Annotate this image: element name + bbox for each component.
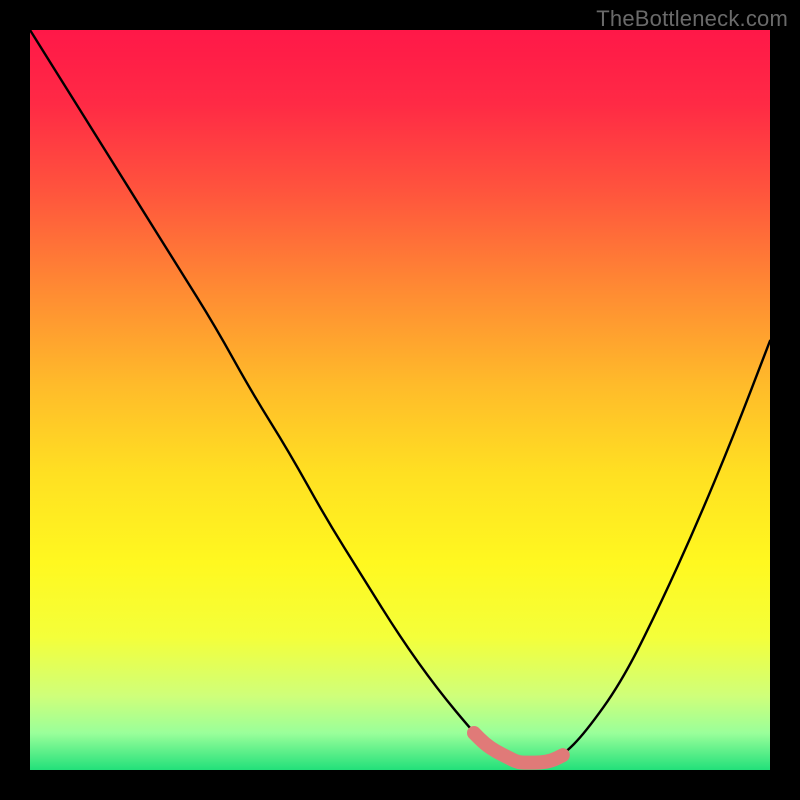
chart-frame: TheBottleneck.com [0,0,800,800]
watermark-text: TheBottleneck.com [596,6,788,32]
bottleneck-chart [0,0,800,800]
heat-gradient-background [30,30,770,770]
